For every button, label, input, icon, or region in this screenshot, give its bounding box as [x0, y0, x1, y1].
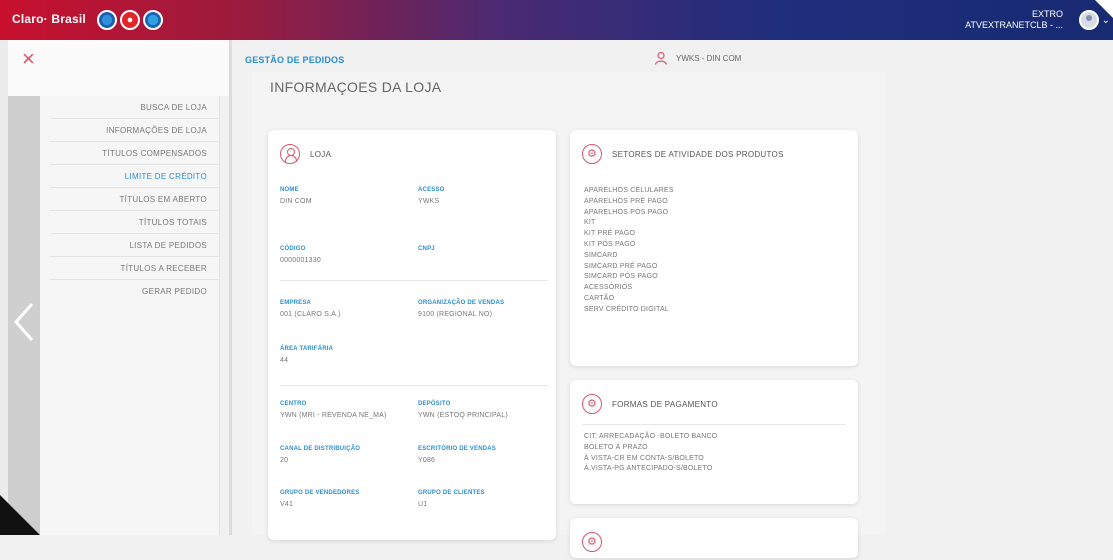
- area-value: 44: [280, 357, 289, 364]
- list-item: SIMCARD PÓS PAGO: [584, 273, 658, 281]
- escritorio-value: Y086: [418, 457, 436, 464]
- codigo-label: CÓDIGO: [280, 246, 306, 252]
- chevron-left-icon[interactable]: [10, 300, 36, 344]
- list-item: KIT: [584, 219, 596, 227]
- menu-item-lista-pedidos[interactable]: LISTA DE PEDIDOS: [50, 234, 219, 257]
- acesso-value: YWKS: [418, 198, 440, 205]
- gear-icon: [582, 532, 602, 552]
- brand-logo: Claro· Brasil: [12, 12, 86, 26]
- list-item: BOLETO À PRAZO: [584, 443, 648, 451]
- menu-header: [8, 40, 230, 96]
- gear-icon: [582, 144, 602, 164]
- store-user-label: YWKS - DIN COM: [676, 53, 742, 63]
- acesso-label: ACESSO: [418, 187, 445, 193]
- menu-item-titulos-aberto[interactable]: TÍTULOS EM ABERTO: [50, 188, 219, 211]
- left-edge: [0, 40, 8, 535]
- pagamento-title: FORMAS DE PAGAMENTO: [612, 399, 718, 409]
- centro-label: CENTRO: [280, 401, 307, 407]
- user-menu[interactable]: EXTRO ATVEXTRANETCLB - ...: [965, 9, 1063, 31]
- list-item: À VISTA-PG ANTECIPADO-S/BOLETO: [584, 465, 713, 473]
- deposito-label: DEPÓSITO: [418, 401, 451, 407]
- divider-line: [280, 385, 548, 386]
- setores-list: APARELHOS CELULARES APARELHOS PRÉ PAGO A…: [584, 186, 674, 316]
- list-item: SIMCARD: [584, 251, 618, 259]
- cnpj-label: CNPJ: [418, 246, 435, 252]
- list-item: À VISTA-CR EM CONTA-S/BOLETO: [584, 454, 704, 462]
- pagamento-list: CIT: ARRECADAÇÃO -BOLETO BANCO BOLETO À …: [584, 432, 717, 475]
- menu-item-titulos-compensados[interactable]: TÍTULOS COMPENSADOS: [50, 142, 219, 165]
- net-icon[interactable]: [143, 10, 163, 30]
- menu-item-titulos-totais[interactable]: TÍTULOS TOTAIS: [50, 211, 219, 234]
- page-title: GESTÃO DE PEDIDOS: [245, 55, 345, 65]
- canal-value: 20: [280, 457, 289, 464]
- list-item: KIT PRÉ PAGO: [584, 230, 636, 238]
- section-title: INFORMAÇOES DA LOJA: [270, 79, 442, 95]
- embratel-icon[interactable]: [97, 10, 117, 30]
- list-item: APARELHOS PÓS PAGO: [584, 208, 669, 216]
- gear-icon: [582, 394, 602, 414]
- next-card: [570, 518, 858, 558]
- canal-label: CANAL DE DISTRIBUIÇÃO: [280, 446, 361, 452]
- side-menu: BUSCA DE LOJA INFORMAÇÕES DE LOJA TÍTULO…: [40, 96, 220, 535]
- user-icon: [280, 144, 300, 164]
- grupo-vendedores-label: GRUPO DE VENDEDORES: [280, 490, 360, 496]
- setores-card: SETORES DE ATIVIDADE DOS PRODUTOS APAREL…: [570, 130, 858, 366]
- menu-item-limite-credito[interactable]: LIMITE DE CRÉDITO: [50, 165, 219, 188]
- claro-icon[interactable]: [120, 10, 140, 30]
- corner-fold: [1095, 0, 1113, 18]
- area-label: ÁREA TARIFÁRIA: [280, 346, 334, 352]
- user-icon: [654, 51, 668, 65]
- deposito-value: YWN (ESTOQ PRINCIPAL): [418, 412, 508, 419]
- grupo-clientes-label: GRUPO DE CLIENTES: [418, 490, 485, 496]
- menu-item-gerar-pedido[interactable]: GERAR PEDIDO: [50, 280, 219, 303]
- list-item: ACESSÓRIOS: [584, 284, 633, 292]
- loja-card: LOJA NOME DIN COM ACESSO YWKS CÓDIGO 000…: [268, 130, 556, 540]
- divider-line: [582, 424, 846, 425]
- user-name: EXTRO: [1031, 9, 1063, 19]
- top-bar: Claro· Brasil EXTRO ATVEXTRANETCLB - ...…: [0, 0, 1113, 40]
- setores-title: SETORES DE ATIVIDADE DOS PRODUTOS: [612, 149, 784, 159]
- list-item: KIT PÓS PAGO: [584, 240, 636, 248]
- list-item: CARTÃO: [584, 294, 615, 302]
- pagamento-card: FORMAS DE PAGAMENTO CIT: ARRECADAÇÃO -BO…: [570, 380, 858, 504]
- list-item: APARELHOS PRÉ PAGO: [584, 197, 668, 205]
- corner-decoration: [0, 495, 40, 535]
- organizacao-value: 9100 (REGIONAL NO): [418, 311, 493, 318]
- list-item: APARELHOS CELULARES: [584, 187, 674, 194]
- menu-item-informacoes-loja[interactable]: INFORMAÇÕES DE LOJA: [50, 119, 219, 142]
- grupo-clientes-value: U1: [418, 501, 428, 508]
- close-icon[interactable]: ×: [22, 48, 40, 70]
- grupo-vendedores-value: V41: [280, 501, 294, 508]
- divider-line: [280, 280, 548, 281]
- empresa-label: EMPRESA: [280, 300, 312, 306]
- menu-item-titulos-receber[interactable]: TÍTULOS A RECEBER: [50, 257, 219, 280]
- brand-icons: [97, 10, 163, 30]
- store-user: YWKS - DIN COM: [654, 51, 741, 65]
- divider: [229, 40, 232, 535]
- organizacao-label: ORGANIZAÇÃO DE VENDAS: [418, 300, 505, 306]
- nome-value: DIN COM: [280, 198, 312, 205]
- nome-label: NOME: [280, 187, 299, 193]
- menu-item-busca-loja[interactable]: BUSCA DE LOJA: [50, 96, 219, 119]
- list-item: SIMCARD PRÉ PAGO: [584, 262, 658, 270]
- loja-title: LOJA: [310, 149, 332, 159]
- empresa-value: 001 (CLARO S.A.): [280, 311, 341, 318]
- list-item: SERV CRÉDITO DIGITAL: [584, 305, 669, 313]
- user-login: ATVEXTRANETCLB - ...: [965, 20, 1063, 30]
- list-item: CIT: ARRECADAÇÃO -BOLETO BANCO: [584, 433, 718, 440]
- codigo-value: 0000001330: [280, 257, 321, 264]
- escritorio-label: ESCRITÓRIO DE VENDAS: [418, 446, 497, 452]
- centro-value: YWN (MRI - REVENDA NE_MA): [280, 412, 387, 419]
